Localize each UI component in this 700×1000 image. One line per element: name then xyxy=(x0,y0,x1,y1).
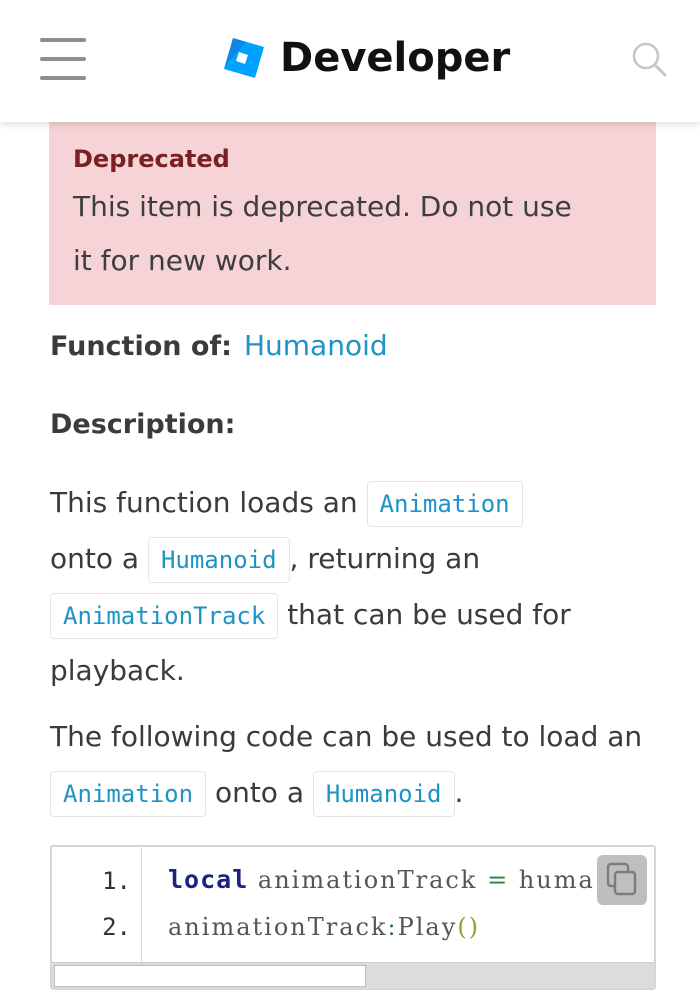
copy-icon xyxy=(606,862,637,896)
code-object: animationTrack xyxy=(168,913,388,941)
humanoid-link[interactable]: Humanoid xyxy=(244,329,388,362)
animation-code-link-2[interactable]: Animation xyxy=(50,771,207,817)
line-number-gutter: 1. 2. xyxy=(52,847,142,962)
top-app-bar: Developer xyxy=(0,0,700,122)
line-number: 1. xyxy=(102,867,131,895)
para2-text-1: The following code can be used to load a… xyxy=(50,720,643,753)
brand[interactable]: Developer xyxy=(222,30,510,86)
humanoid-code-link[interactable]: Humanoid xyxy=(147,537,290,583)
para2-text-3: . xyxy=(454,776,464,809)
function-of-row: Function of: Humanoid xyxy=(50,326,388,367)
para2-text-2: onto a xyxy=(214,776,304,809)
function-of-label: Function of: xyxy=(50,331,232,362)
notice-text: This item is deprecated. Do not use it f… xyxy=(73,180,632,288)
copy-code-button[interactable] xyxy=(597,855,647,905)
search-icon[interactable] xyxy=(630,40,668,78)
notice-text-line-2: it for new work. xyxy=(73,244,292,277)
code-line-1: local animationTrack = huma xyxy=(168,865,595,894)
hamburger-menu-icon[interactable] xyxy=(40,38,86,80)
description-paragraph-2: The following code can be used to load a… xyxy=(50,709,660,821)
animationtrack-code-link[interactable]: AnimationTrack xyxy=(50,593,279,639)
para1-text-1: This function loads an xyxy=(50,486,358,519)
code-separator: : xyxy=(387,913,398,941)
horizontal-scrollbar[interactable] xyxy=(52,962,654,988)
animation-code-link[interactable]: Animation xyxy=(366,481,523,527)
code-block: 1. 2. local animationTrack = huma animat… xyxy=(50,845,656,990)
brand-name: Developer xyxy=(280,35,511,81)
deprecated-notice: Deprecated This item is deprecated. Do n… xyxy=(49,122,656,305)
description-paragraph-1: This function loads an Animation onto a … xyxy=(50,475,660,699)
code-method: Play xyxy=(397,913,458,941)
humanoid-code-link-2[interactable]: Humanoid xyxy=(312,771,455,817)
scrollbar-thumb[interactable] xyxy=(54,965,366,987)
code-parens: () xyxy=(457,913,481,941)
notice-title: Deprecated xyxy=(73,145,230,173)
code-line-2: animationTrack:Play() xyxy=(168,913,480,941)
para1-text-3: , returning an xyxy=(289,542,481,575)
description-label: Description: xyxy=(50,409,236,440)
code-operator: = xyxy=(487,866,510,894)
roblox-logo-icon xyxy=(224,38,264,78)
code-variable: animationTrack xyxy=(257,866,478,894)
code-rest: huma xyxy=(518,866,595,894)
code-keyword: local xyxy=(168,865,249,894)
para1-text-2: onto a xyxy=(50,542,140,575)
notice-text-line-1: This item is deprecated. Do not use xyxy=(73,190,572,223)
line-number: 2. xyxy=(102,913,131,941)
